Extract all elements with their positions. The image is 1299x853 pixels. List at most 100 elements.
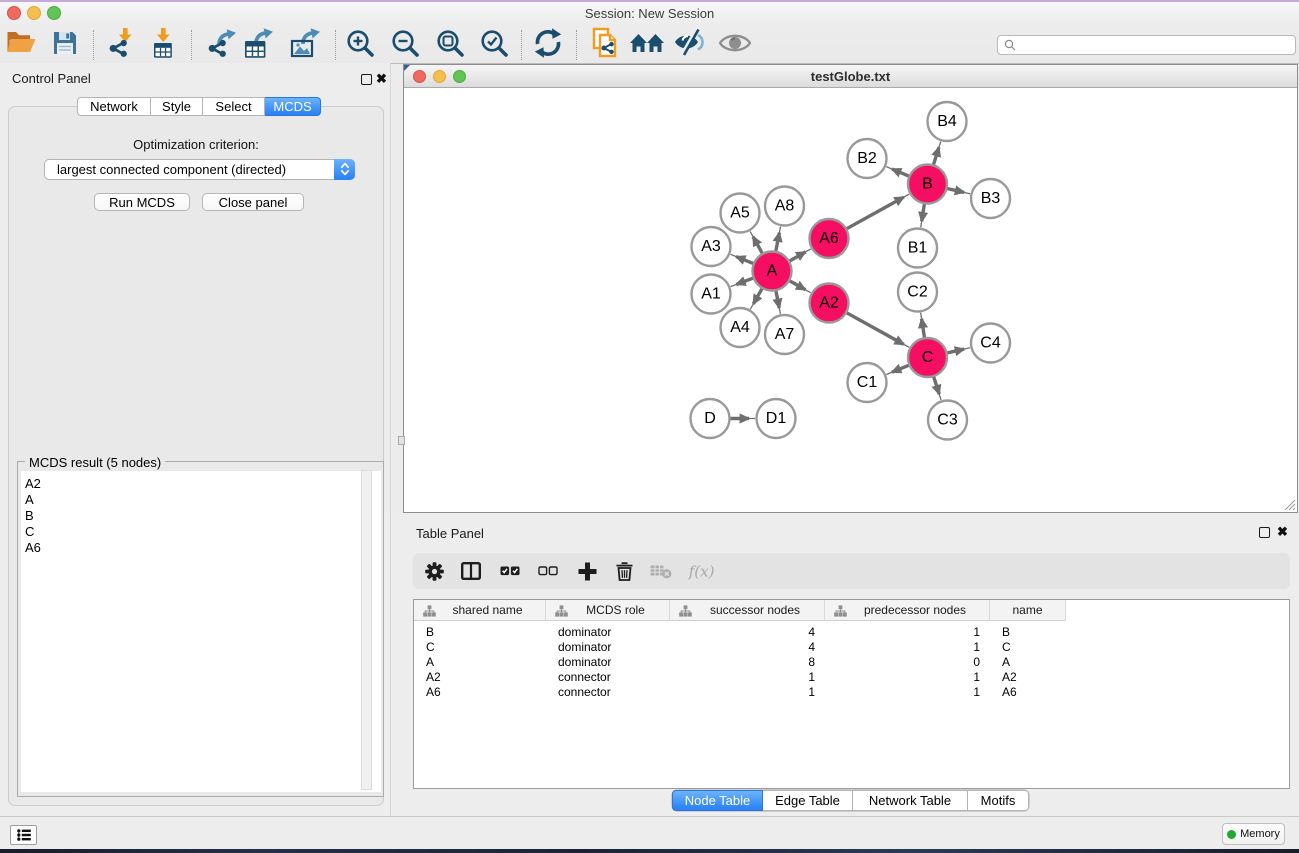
edge-A-A2[interactable] bbox=[789, 281, 805, 290]
gear-button[interactable] bbox=[419, 556, 449, 586]
function-builder-icon: f(x) bbox=[687, 560, 717, 582]
export-table-button[interactable] bbox=[241, 25, 277, 61]
edge-A-A8[interactable] bbox=[776, 233, 780, 252]
mcds-result-item[interactable]: C bbox=[25, 524, 381, 540]
tab-motifs[interactable]: Motifs bbox=[968, 790, 1029, 811]
mcds-result-item[interactable]: A bbox=[25, 492, 381, 508]
node-label-B3: B3 bbox=[981, 190, 1001, 207]
edge-B-B2[interactable] bbox=[892, 169, 909, 176]
zoom-out-button[interactable] bbox=[387, 25, 423, 61]
control-panel-tabs: NetworkStyleSelectMCDS bbox=[77, 97, 321, 116]
apply-layout-button[interactable] bbox=[530, 25, 566, 61]
open-file-button[interactable] bbox=[3, 25, 39, 61]
table-row-B[interactable]: Bdominator41B bbox=[414, 624, 1289, 639]
apply-layout-icon bbox=[533, 28, 563, 58]
edge-A-A5[interactable] bbox=[753, 237, 762, 254]
desktop-background-strip bbox=[0, 849, 1299, 853]
edge-A-A7[interactable] bbox=[776, 291, 779, 308]
select-all-columns-button[interactable] bbox=[495, 556, 525, 586]
zoom-in-button[interactable] bbox=[342, 25, 378, 61]
search-field[interactable] bbox=[997, 35, 1296, 55]
edge-C-C2[interactable] bbox=[922, 319, 925, 338]
import-table-button[interactable] bbox=[145, 25, 181, 61]
import-network-button[interactable] bbox=[102, 25, 138, 61]
edge-C-C3[interactable] bbox=[934, 377, 940, 395]
search-input[interactable] bbox=[1020, 37, 1295, 53]
cell-MCDS-role: connector bbox=[546, 670, 670, 684]
export-image-button[interactable] bbox=[286, 25, 322, 61]
task-history-button[interactable] bbox=[10, 825, 37, 845]
network-window-titlebar[interactable]: testGlobe.txt bbox=[404, 65, 1297, 88]
dropdown-stepper-icon bbox=[334, 159, 355, 180]
cell-predecessor-nodes: 1 bbox=[825, 670, 990, 684]
column-header-label: predecessor nodes bbox=[864, 603, 966, 617]
edge-A-A3[interactable] bbox=[736, 257, 753, 264]
cell-successor-nodes: 1 bbox=[670, 670, 825, 684]
zoom-selected-button[interactable] bbox=[476, 25, 512, 61]
network-window-left-grip[interactable] bbox=[398, 436, 405, 445]
zoom-fit-button[interactable] bbox=[432, 25, 468, 61]
edge-A-A1[interactable] bbox=[736, 278, 753, 284]
edge-C-C4[interactable] bbox=[947, 349, 964, 353]
tab-network-table[interactable]: Network Table bbox=[853, 790, 968, 811]
tab-select[interactable]: Select bbox=[203, 97, 265, 116]
table-panel-float-icon[interactable] bbox=[1259, 527, 1270, 538]
function-builder-button[interactable]: f(x) bbox=[687, 556, 717, 586]
edge-B-B3[interactable] bbox=[947, 188, 964, 192]
tab-mcds[interactable]: MCDS bbox=[265, 97, 321, 116]
mcds-result-item[interactable]: B bbox=[25, 508, 381, 524]
column-header-predecessor-nodes[interactable]: predecessor nodes bbox=[825, 600, 990, 621]
tab-edge-table[interactable]: Edge Table bbox=[763, 790, 853, 811]
network-window-resize-grip[interactable] bbox=[1282, 497, 1296, 511]
delete-column-button[interactable] bbox=[609, 556, 639, 586]
tab-node-table[interactable]: Node Table bbox=[672, 790, 763, 811]
split-columns-button[interactable] bbox=[456, 556, 486, 586]
column-header-shared-name[interactable]: shared name bbox=[414, 600, 546, 621]
tab-network[interactable]: Network bbox=[77, 97, 151, 116]
edge-A-A4[interactable] bbox=[753, 288, 762, 304]
duplicate-network-button[interactable] bbox=[586, 25, 622, 61]
table-row-C[interactable]: Cdominator41C bbox=[414, 639, 1289, 654]
table-row-A6[interactable]: A6connector11A6 bbox=[414, 684, 1289, 699]
control-panel-title: Control Panel bbox=[12, 71, 91, 86]
mcds-result-item[interactable]: A2 bbox=[25, 476, 381, 492]
run-mcds-button[interactable]: Run MCDS bbox=[94, 193, 190, 211]
close-panel-button[interactable]: Close panel bbox=[202, 193, 304, 211]
node-label-A4: A4 bbox=[730, 319, 750, 336]
criterion-dropdown[interactable]: largest connected component (directed) bbox=[44, 159, 355, 180]
edge-A2-C[interactable] bbox=[846, 313, 903, 345]
table-panel-close-icon[interactable]: ✖ bbox=[1277, 526, 1288, 537]
edge-C-C1[interactable] bbox=[892, 365, 909, 372]
show-all-button[interactable] bbox=[717, 25, 753, 61]
column-header-MCDS-role[interactable]: MCDS role bbox=[546, 600, 670, 621]
unselect-all-columns-button[interactable] bbox=[533, 556, 563, 586]
decorative-icon bbox=[834, 605, 847, 617]
result-list-scrollbar[interactable] bbox=[361, 470, 372, 790]
edge-A6-B[interactable] bbox=[846, 197, 903, 229]
edge-B-B4[interactable] bbox=[933, 147, 939, 165]
table-row-A[interactable]: Adominator80A bbox=[414, 654, 1289, 669]
edge-B-B1[interactable] bbox=[922, 204, 925, 222]
add-column-button[interactable] bbox=[572, 556, 602, 586]
edge-A-A6[interactable] bbox=[789, 252, 805, 261]
network-graph-canvas[interactable]: AA1A2A3A4A5A6A7A8BB1B2B3B4CC1C2C3C4DD1 bbox=[404, 87, 1297, 511]
save-session-button[interactable] bbox=[47, 25, 83, 61]
delete-table-button[interactable] bbox=[646, 556, 676, 586]
cell-MCDS-role: dominator bbox=[546, 640, 670, 654]
column-header-successor-nodes[interactable]: successor nodes bbox=[670, 600, 825, 621]
tab-style[interactable]: Style bbox=[151, 97, 203, 116]
column-header-name[interactable]: name bbox=[990, 600, 1066, 621]
table-row-A2[interactable]: A2connector11A2 bbox=[414, 669, 1289, 684]
hide-selected-button[interactable] bbox=[672, 25, 708, 61]
column-type-icon bbox=[555, 605, 568, 617]
select-all-columns-icon bbox=[500, 566, 520, 576]
gear-icon bbox=[425, 562, 444, 581]
table-toolbar: f(x) bbox=[413, 553, 1290, 589]
control-panel-float-icon[interactable] bbox=[361, 74, 372, 85]
memory-button[interactable]: Memory bbox=[1222, 823, 1285, 845]
first-neighbors-button[interactable] bbox=[629, 25, 665, 61]
export-network-button[interactable] bbox=[203, 25, 239, 61]
import-table-icon bbox=[150, 28, 176, 58]
control-panel-close-icon[interactable]: ✖ bbox=[376, 73, 387, 84]
mcds-result-item[interactable]: A6 bbox=[25, 540, 381, 556]
